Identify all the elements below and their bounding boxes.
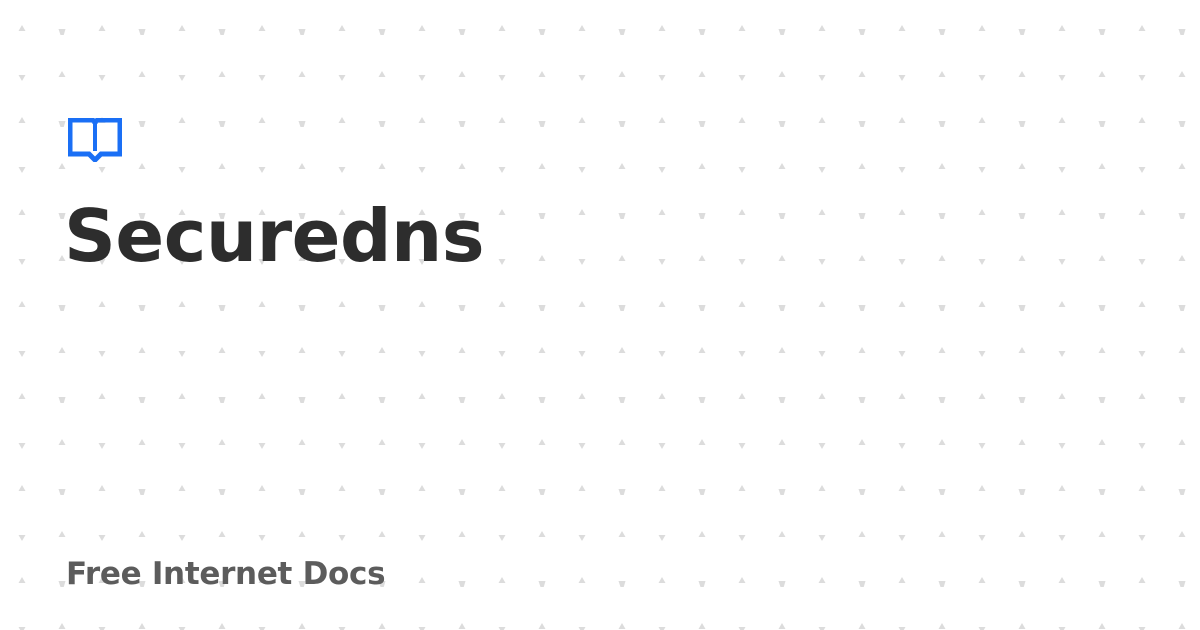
page-title: Securedns [64, 194, 485, 278]
card-content: Securedns Free Internet Docs [0, 0, 1200, 630]
open-book-icon [68, 118, 122, 162]
site-name: Free Internet Docs [66, 556, 386, 592]
